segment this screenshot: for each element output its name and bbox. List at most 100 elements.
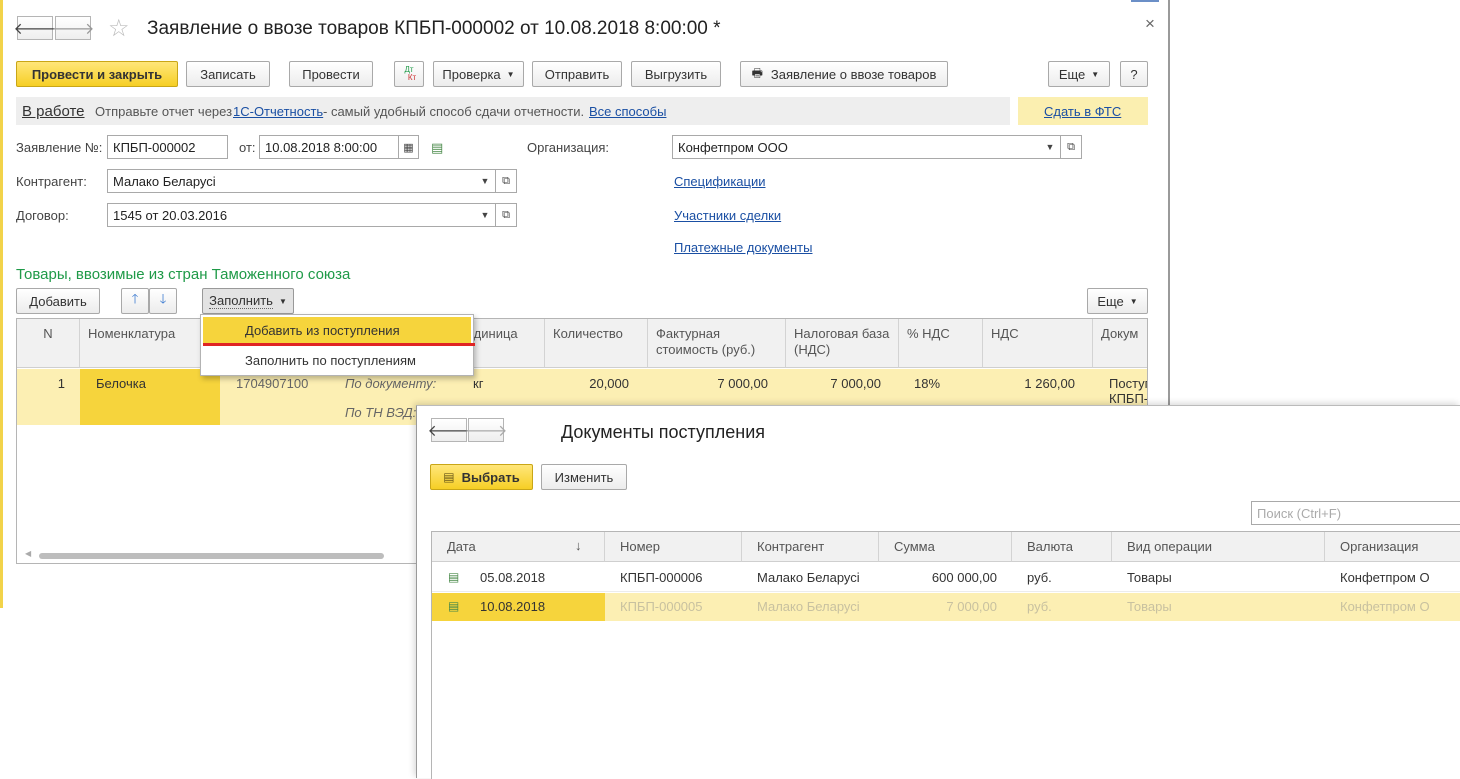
row-document-line1: Поступ	[1109, 376, 1148, 391]
row-sum: 7 000,00	[946, 599, 997, 614]
print-application-label: Заявление о ввозе товаров	[770, 66, 937, 82]
status-link[interactable]: В работе	[22, 103, 85, 120]
column-header-quantity[interactable]: Количество	[545, 319, 648, 368]
menu-item-add-from-receipt-label: Добавить из поступления	[245, 323, 400, 338]
dt-kt-button[interactable]: Дт Кт	[394, 61, 424, 87]
caret-down-icon: ▼	[506, 69, 515, 79]
post-button[interactable]: Провести	[289, 61, 373, 87]
more-dropdown-button[interactable]: Еще ▼	[1048, 61, 1110, 87]
sort-arrow-icon: ↓	[575, 538, 582, 553]
fill-label: Заполнить	[209, 293, 273, 309]
caret-down-icon: ▼	[278, 296, 287, 306]
row-sum: 600 000,00	[931, 570, 997, 585]
upload-button[interactable]: Выгрузить	[631, 61, 721, 87]
search-input[interactable]: Поиск (Ctrl+F)	[1251, 501, 1460, 525]
move-down-button[interactable]: 🡓	[149, 288, 177, 314]
row-vat[interactable]: 1 260,00	[983, 371, 1083, 396]
back-button[interactable]: 🡐	[14, 16, 56, 40]
scroll-left-icon[interactable]: ◀	[25, 549, 31, 558]
contract-field[interactable]: 1545 от 20.03.2016	[107, 203, 476, 227]
row-counterparty: Малако Беларусі	[757, 599, 860, 614]
row-nomenclature[interactable]: Белочка	[88, 371, 154, 396]
column-header-vat[interactable]: НДС	[983, 319, 1093, 368]
specifications-link[interactable]: Спецификации	[674, 174, 766, 189]
post-and-close-button[interactable]: Провести и закрыть	[16, 61, 178, 87]
open-window-icon: ⧉	[502, 174, 510, 187]
move-up-button[interactable]: 🡑	[121, 288, 149, 314]
arrow-down-icon: 🡓	[159, 291, 167, 306]
counterparty-label: Контрагент:	[16, 174, 87, 189]
menu-item-fill-by-receipts-label: Заполнить по поступлениям	[245, 353, 416, 368]
sub-forward-button[interactable]: 🡒	[465, 418, 507, 442]
all-ways-link[interactable]: Все способы	[589, 104, 666, 119]
column-header-organization[interactable]: Организация	[1325, 532, 1460, 562]
column-header-document[interactable]: Докум	[1093, 319, 1147, 368]
organization-dropdown-button[interactable]: ▼	[1040, 135, 1061, 159]
send-button[interactable]: Отправить	[532, 61, 622, 87]
column-header-tax-base[interactable]: Налоговая база (НДС)	[786, 319, 899, 368]
receipts-table[interactable]: Дата ↓ Номер Контрагент Сумма Валюта Вид…	[431, 531, 1460, 779]
submit-fts-link[interactable]: Сдать в ФТС	[1044, 104, 1121, 119]
add-row-button[interactable]: Добавить	[16, 288, 100, 314]
favorite-star-icon[interactable]: ☆	[108, 14, 130, 43]
fill-dropdown-button[interactable]: Заполнить ▼	[202, 288, 294, 314]
help-button[interactable]: ?	[1120, 61, 1148, 87]
deal-participants-link[interactable]: Участники сделки	[674, 208, 781, 223]
fill-dropdown-menu: Добавить из поступления Заполнить по пос…	[200, 314, 475, 376]
counterparty-field[interactable]: Малако Беларусі	[107, 169, 476, 193]
print-application-button[interactable]: 🖶 Заявление о ввозе товаров	[740, 61, 948, 87]
goods-more-button[interactable]: Еще ▼	[1087, 288, 1148, 314]
organization-label: Организация:	[527, 140, 610, 155]
payment-documents-link[interactable]: Платежные документы	[674, 240, 812, 255]
date-field[interactable]: 10.08.2018 8:00:00	[259, 135, 399, 159]
check-dropdown-button[interactable]: Проверка ▼	[433, 61, 524, 87]
column-header-nomenclature[interactable]: Номенклатура	[80, 319, 220, 368]
row-vat-rate[interactable]: 18%	[906, 371, 948, 396]
document-posted-icon: ▤	[448, 599, 460, 613]
row-number: КПБП-000006	[620, 570, 703, 585]
counterparty-dropdown-button[interactable]: ▼	[475, 169, 496, 193]
printer-icon: 🖶	[751, 65, 763, 80]
row-operation: Товары	[1127, 599, 1172, 614]
horizontal-scrollbar[interactable]	[39, 553, 384, 559]
row-number: 1	[57, 376, 65, 391]
forward-button[interactable]: 🡒	[52, 16, 94, 40]
counterparty-open-button[interactable]: ⧉	[496, 169, 517, 193]
document-posted-icon: ▤	[448, 570, 460, 584]
column-header-sum[interactable]: Сумма	[879, 532, 1012, 562]
select-label: Выбрать	[461, 469, 520, 485]
sub-window-title: Документы поступления	[561, 422, 765, 442]
row-operation: Товары	[1127, 570, 1172, 585]
caret-down-icon: ▼	[1129, 296, 1138, 306]
goods-section-title: Товары, ввозимые из стран Таможенного со…	[16, 266, 351, 283]
column-header-currency[interactable]: Валюта	[1012, 532, 1112, 562]
close-icon[interactable]: ×	[1145, 14, 1155, 34]
organization-field[interactable]: Конфетпром ООО	[672, 135, 1041, 159]
column-header-n[interactable]: N	[17, 319, 80, 368]
calendar-button[interactable]: ▦	[398, 135, 419, 159]
number-field[interactable]: КПБП-000002	[107, 135, 228, 159]
save-button[interactable]: Записать	[186, 61, 270, 87]
organization-open-button[interactable]: ⧉	[1061, 135, 1082, 159]
row-date: 10.08.2018	[480, 599, 546, 614]
select-button[interactable]: ▤ Выбрать	[430, 464, 533, 490]
column-header-invoice-value[interactable]: Фактурная стоимость (руб.)	[648, 319, 786, 368]
sub-back-button[interactable]: 🡐	[428, 418, 470, 442]
row-tax-base[interactable]: 7 000,00	[786, 371, 889, 396]
column-header-counterparty[interactable]: Контрагент	[742, 532, 879, 562]
column-header-operation[interactable]: Вид операции	[1112, 532, 1325, 562]
contract-dropdown-button[interactable]: ▼	[475, 203, 496, 227]
column-header-vat-rate[interactable]: % НДС	[899, 319, 983, 368]
row-invoice-value[interactable]: 7 000,00	[648, 371, 776, 396]
row-quantity[interactable]: 20,000	[545, 371, 637, 396]
open-window-icon: ⧉	[1067, 140, 1075, 153]
row-by-tnved-label: По ТН ВЭД:	[345, 405, 417, 420]
edit-button[interactable]: Изменить	[541, 464, 627, 490]
column-header-number[interactable]: Номер	[605, 532, 742, 562]
check-label: Проверка	[442, 66, 501, 82]
service-link[interactable]: 1С-Отчетность	[233, 104, 323, 119]
contract-open-button[interactable]: ⧉	[496, 203, 517, 227]
caret-down-icon: ▼	[1091, 69, 1100, 79]
row-document-line2: КПБП-	[1109, 391, 1148, 406]
document-check-icon[interactable]: ▤	[431, 140, 443, 156]
